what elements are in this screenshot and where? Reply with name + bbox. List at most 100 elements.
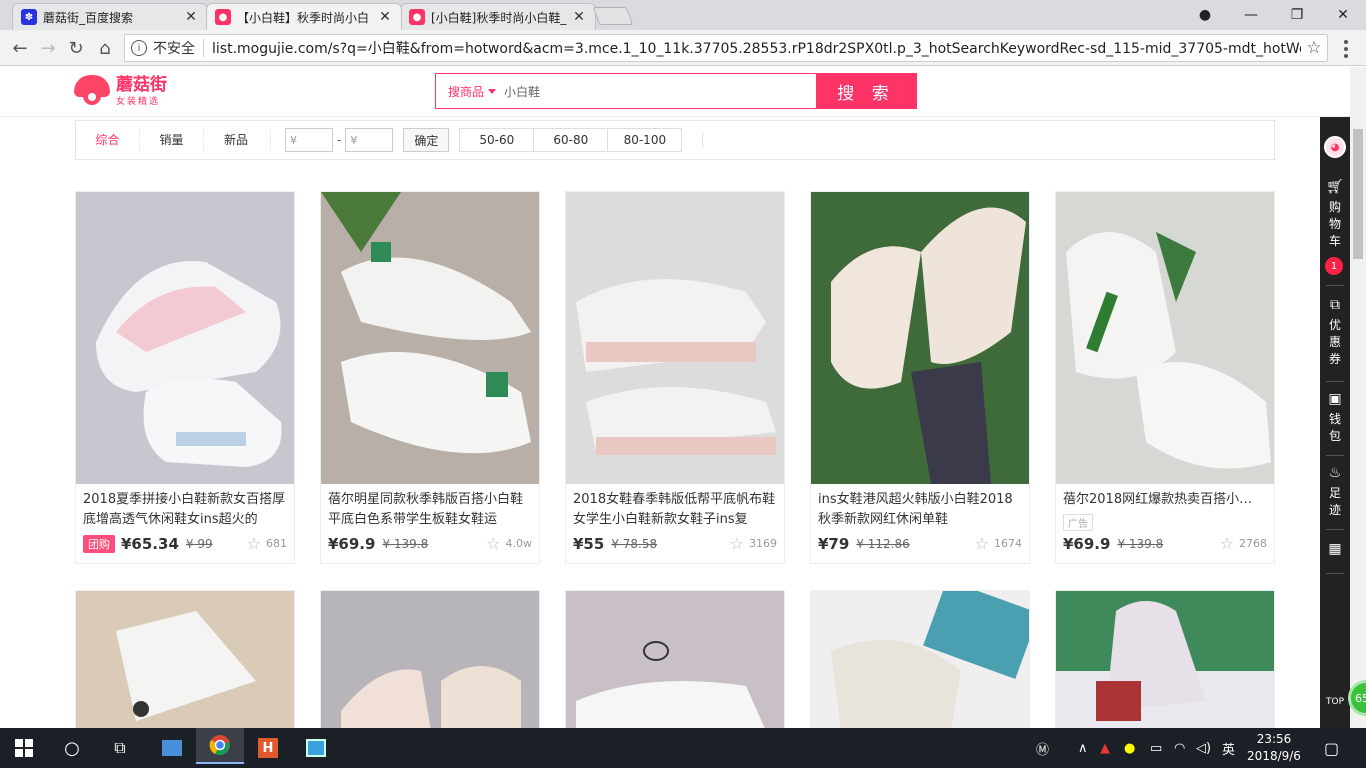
product-image[interactable] [321, 192, 539, 484]
close-window-icon[interactable]: ✕ [1320, 0, 1366, 30]
close-tab-icon[interactable]: ✕ [183, 9, 199, 25]
search-scope-dropdown[interactable]: 搜商品 [436, 74, 498, 108]
task-view-icon[interactable]: ⧉ [96, 730, 144, 766]
url-text[interactable]: list.mogujie.com/s?q=小白鞋&from=hotword&ac… [212, 38, 1301, 58]
product-title[interactable]: 2018女鞋春季韩版低帮平底帆布鞋女学生小白鞋新款女鞋子ins复 [566, 484, 784, 530]
clock-date: 2018/9/6 [1247, 749, 1301, 763]
sidebar-cart[interactable]: 🛒︎ 购物车 [1320, 179, 1350, 250]
favorite-count[interactable]: ☆ 1674 [975, 534, 1022, 553]
sidebar-qrcode[interactable]: ▦ [1320, 541, 1350, 561]
volume-icon[interactable]: ◁) [1196, 728, 1211, 768]
notifications-icon[interactable]: ▢ [1324, 728, 1339, 768]
product-card[interactable]: 蓓尔明星同款秋季韩版百搭小白鞋平底白色系带学生板鞋女鞋运 ¥69.9 ¥ 139… [320, 191, 540, 564]
new-tab-button[interactable] [592, 7, 634, 25]
product-image[interactable] [76, 192, 294, 484]
mogujie-logo[interactable]: 蘑菇街 女装精选 [74, 75, 167, 107]
windows-start-icon[interactable] [0, 730, 48, 766]
scrollbar-thumb[interactable] [1353, 129, 1363, 259]
tray-app2-icon[interactable]: ● [1124, 728, 1135, 768]
blue-app-icon[interactable] [292, 730, 340, 766]
price-range-50-60[interactable]: 50-60 [459, 128, 535, 152]
sort-sales[interactable]: 销量 [140, 129, 204, 151]
mogujie-favicon-icon: ● [409, 9, 425, 25]
reload-icon[interactable]: ↻ [64, 36, 88, 60]
product-card[interactable] [810, 590, 1030, 728]
sidebar-coupon[interactable]: ⧉ 优惠券 [1320, 297, 1350, 368]
product-card[interactable] [320, 590, 540, 728]
product-card[interactable]: 2018夏季拼接小白鞋新款女百搭厚底增高透气休闲鞋女ins超火的 团购 ¥65.… [75, 191, 295, 564]
chrome-app-icon[interactable] [196, 728, 244, 764]
product-title[interactable]: 2018夏季拼接小白鞋新款女百搭厚底增高透气休闲鞋女ins超火的 [76, 484, 294, 530]
wifi-icon[interactable]: ◠ [1174, 728, 1185, 768]
price-range-80-100[interactable]: 80-100 [607, 128, 683, 152]
search-bar: 搜商品 搜 索 [435, 73, 917, 109]
product-image[interactable] [76, 591, 294, 728]
tab-baidu-search[interactable]: ✽ 蘑菇街_百度搜索 ✕ [12, 3, 208, 30]
price-min-input[interactable]: ¥ [285, 128, 333, 152]
price-dash: - [337, 133, 342, 147]
forward-arrow-icon[interactable]: → [36, 36, 60, 60]
product-image[interactable] [811, 192, 1029, 484]
star-icon: ☆ [486, 534, 501, 553]
sort-comprehensive[interactable]: 综合 [76, 129, 140, 151]
close-tab-icon[interactable]: ✕ [571, 9, 587, 25]
battery-icon[interactable]: ▭ [1150, 728, 1162, 768]
favorite-count[interactable]: ☆ 4.0w [486, 534, 532, 553]
info-icon[interactable]: i [131, 40, 147, 56]
minimize-icon[interactable]: — [1228, 0, 1274, 30]
product-card[interactable]: ins女鞋港风超火韩版小白鞋2018秋季新款网红休闲单鞋 ¥79 ¥ 112.8… [810, 191, 1030, 564]
favorite-count[interactable]: ☆ 2768 [1220, 534, 1267, 553]
search-button[interactable]: 搜 索 [816, 74, 916, 108]
tab-mogujie-product[interactable]: ● 【小白鞋】秋季时尚小白 ✕ [206, 3, 402, 30]
product-card[interactable]: 蓓尔2018网红爆款热卖百搭小… 广告 ¥69.9 ¥ 139.8 ☆ 2768 [1055, 191, 1275, 564]
product-title[interactable]: 蓓尔明星同款秋季韩版百搭小白鞋平底白色系带学生板鞋女鞋运 [321, 484, 539, 530]
cortana-search-icon[interactable]: ○ [48, 730, 96, 766]
address-bar[interactable]: i 不安全 list.mogujie.com/s?q=小白鞋&from=hotw… [124, 34, 1328, 62]
product-image[interactable] [1056, 591, 1274, 728]
profile-icon[interactable]: ● [1182, 0, 1228, 30]
tab-mogujie-list[interactable]: ● [小白鞋]秋季时尚小白鞋_ ✕ [400, 3, 596, 30]
price-max-input[interactable]: ¥ [345, 128, 394, 152]
tray-app-icon[interactable]: ▲ [1100, 728, 1110, 768]
back-arrow-icon[interactable]: ← [8, 36, 32, 60]
star-icon: ☆ [1219, 534, 1234, 553]
product-image[interactable] [566, 192, 784, 484]
favorite-count[interactable]: ☆ 3169 [730, 534, 777, 553]
product-card[interactable] [75, 590, 295, 728]
user-avatar-icon[interactable]: ◕ [1324, 136, 1346, 158]
bookmark-star-icon[interactable]: ☆ [1301, 38, 1327, 58]
input-method-icon[interactable]: Ⓜ [1036, 728, 1049, 768]
sidebar-wallet[interactable]: ▣ 钱包 [1320, 391, 1350, 445]
product-image[interactable] [566, 591, 784, 728]
page-scrollbar[interactable] [1350, 67, 1366, 728]
maximize-icon[interactable]: ❐ [1274, 0, 1320, 30]
product-image[interactable] [1056, 192, 1274, 484]
fav-number: 2768 [1239, 537, 1267, 550]
divider [1326, 529, 1344, 530]
price-confirm-button[interactable]: 确定 [403, 128, 450, 152]
explorer-app-icon[interactable] [148, 730, 196, 766]
close-tab-icon[interactable]: ✕ [377, 9, 393, 25]
product-card[interactable]: 2018女鞋春季韩版低帮平底帆布鞋女学生小白鞋新款女鞋子ins复 ¥55 ¥ 7… [565, 191, 785, 564]
favorite-count[interactable]: ☆ 681 [247, 534, 287, 553]
product-card[interactable] [1055, 590, 1275, 728]
product-title[interactable]: 蓓尔2018网红爆款热卖百搭小… [1056, 484, 1274, 510]
back-to-top-button[interactable]: TOP [1322, 697, 1348, 707]
product-image[interactable] [811, 591, 1029, 728]
windows-taskbar: ○ ⧉ H Ⓜ ∧ ▲ ● ▭ ◠ ◁) 英 23:56 2018/9/6 ▢ [0, 728, 1366, 768]
star-icon: ☆ [729, 534, 744, 553]
ime-language-indicator[interactable]: 英 [1222, 728, 1235, 768]
tray-expand-icon[interactable]: ∧ [1078, 728, 1088, 768]
search-input[interactable] [498, 74, 816, 108]
product-image[interactable] [321, 591, 539, 728]
home-icon[interactable]: ⌂ [93, 36, 117, 60]
browser-menu-icon[interactable] [1336, 38, 1356, 60]
hbuilder-app-icon[interactable]: H [244, 730, 292, 766]
taskbar-clock[interactable]: 23:56 2018/9/6 [1246, 731, 1302, 765]
price-range-60-80[interactable]: 60-80 [533, 128, 609, 152]
brand-name: 蘑菇街 [116, 74, 167, 95]
sort-new[interactable]: 新品 [204, 129, 268, 151]
product-card[interactable] [565, 590, 785, 728]
product-title[interactable]: ins女鞋港风超火韩版小白鞋2018秋季新款网红休闲单鞋 [811, 484, 1029, 530]
sidebar-footprint[interactable]: ♨ 足迹 [1320, 465, 1350, 519]
